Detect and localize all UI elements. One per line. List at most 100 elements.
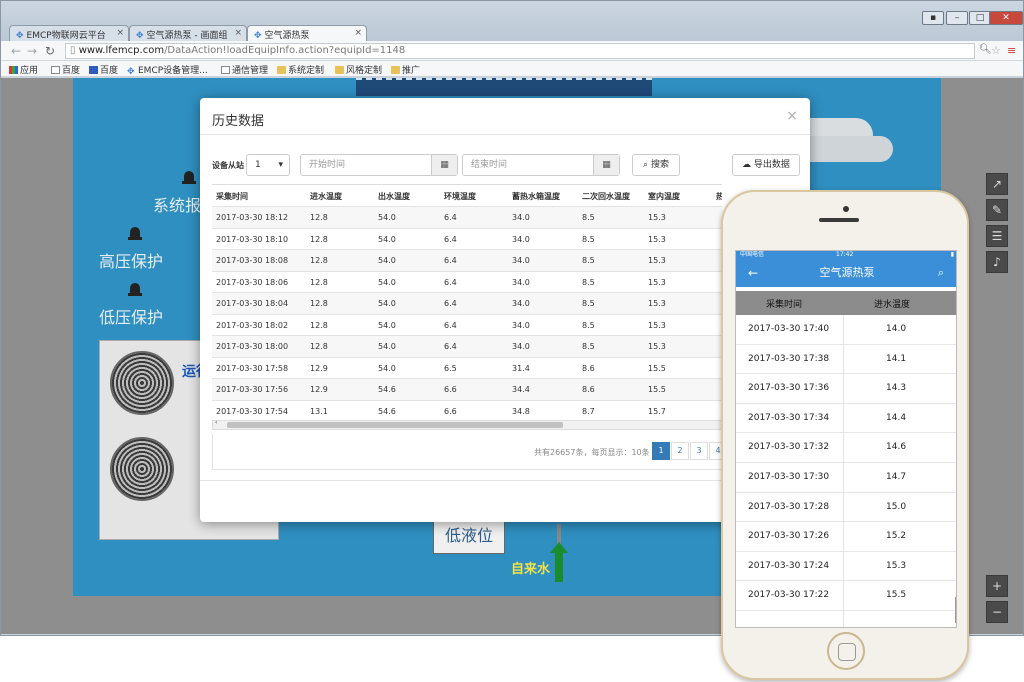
table-cell: 54.0 [378,299,396,308]
bookmark-style[interactable]: 风格定制 [335,63,382,76]
table-cell: 12.8 [310,342,328,351]
scroll-thumb[interactable] [227,422,563,428]
column-header[interactable]: 二次回水温度 [582,191,630,202]
table-row: 2017-03-30 18:06 12.8 54.0 6.4 34.0 8.5 15.3 [212,272,722,293]
table-cell: 6.6 [444,385,457,394]
bell-icon [181,170,197,186]
modal-title: 历史数据 [212,114,265,129]
column-header[interactable]: 出水温度 [378,191,410,202]
phone-mockup: 中国电信 17:42 ▮ ← 空气源热泵 ⌕ 采集时间 进水温度 2017-03… [721,190,969,680]
list-item[interactable]: 2017-03-30 17:22 15.5 [736,581,956,611]
list-item[interactable]: 2017-03-30 17:24 15.3 [736,552,956,582]
top-banner [356,78,652,96]
back-arrow-icon[interactable]: ← [748,259,758,287]
export-button[interactable]: ☁ 导出数据 [732,154,800,176]
tab-favicon-icon: ✥ [16,31,24,41]
table-cell: 6.4 [444,256,457,265]
time-cell: 2017-03-30 17:28 [748,501,830,512]
zoom-out-icon[interactable]: − [986,601,1008,623]
battery-icon: ▮ [950,251,954,258]
column-header[interactable]: 进水温度 [310,191,342,202]
zoom-icon[interactable]: 🔍︎ [979,44,992,55]
list-item[interactable]: 2017-03-30 17:28 15.0 [736,493,956,523]
close-window-icon[interactable]: ✕ [989,11,1023,25]
list-item[interactable]: 2017-03-30 17:40 14.0 [736,315,956,345]
bookmark-emcp[interactable]: ✥ EMCP设备管理... [127,63,208,77]
column-divider [843,315,844,627]
back-icon[interactable]: ← [11,44,21,58]
maximize-icon[interactable]: □ [969,11,991,25]
table-cell: 12.8 [310,320,328,330]
page-button-3[interactable]: 3 [690,442,708,460]
list-item[interactable]: 2017-03-30 17:34 14.4 [736,404,956,434]
bookmark-system[interactable]: 系统定制 [277,63,324,76]
close-tab-icon[interactable]: × [354,28,362,38]
bookmark-baidu-1[interactable]: 百度 [51,63,80,76]
end-time-input[interactable]: 结束时间 ▦ [462,154,620,176]
bookmark-baidu-2[interactable]: 百度 [89,63,118,76]
tab-heatpump-group[interactable]: ✥ 空气源热泵 - 画面组 × [129,25,247,41]
zoom-in-icon[interactable]: + [986,575,1008,597]
column-header[interactable]: 采集时间 [216,191,248,202]
column-header[interactable]: 热泵 [716,191,722,202]
table-cell: 15.3 [648,299,666,308]
bookmark-apps[interactable]: 应用 [9,63,38,76]
close-tab-icon[interactable]: × [234,28,242,38]
list-item[interactable]: 2017-03-30 17:38 14.1 [736,345,956,375]
search-button[interactable]: ⌕ 搜索 [632,154,680,176]
page-button-2[interactable]: 2 [671,442,689,460]
menu-icon[interactable]: ≡ [1007,44,1016,57]
start-time-input[interactable]: 开始时间 ▦ [300,154,458,176]
tap-water-label: 自来水 [511,562,551,577]
user-icon[interactable]: ▪ [922,11,944,25]
home-button[interactable] [827,632,865,670]
column-header[interactable]: 室内温度 [648,191,680,202]
list-item[interactable]: 2017-03-30 17:32 14.6 [736,433,956,463]
bookmark-label: 通信管理 [232,66,269,76]
column-header[interactable]: 蓄热水箱温度 [512,191,560,202]
tab-heatpump[interactable]: ✥ 空气源热泵 × [247,25,367,41]
table-row: 2017-03-30 17:56 12.9 54.6 6.6 34.4 8.6 15.5 [212,379,722,401]
horizontal-scrollbar[interactable]: ‹ [212,419,722,430]
list-item[interactable]: 2017-03-30 17:36 14.3 [736,374,956,404]
divider [200,134,810,135]
table-cell: 15.3 [648,256,666,265]
page-button-1[interactable]: 1 [652,442,670,460]
bookmark-promo[interactable]: 推广 [391,63,420,76]
edit-icon[interactable]: ✎ [986,199,1008,221]
app-title: 空气源热泵 [819,266,875,279]
bell-icon[interactable]: ♪ [986,251,1008,273]
star-icon[interactable]: ☆ [991,44,1001,57]
scroll-left-icon[interactable]: ‹ [215,419,217,426]
table-cell: 6.4 [444,342,457,351]
list-item[interactable]: 2017-03-30 17:26 15.2 [736,522,956,552]
column-header[interactable]: 环境温度 [444,191,476,202]
url-input[interactable]: ▯ www.lfemcp.com/DataAction!loadEquipInf… [65,43,975,59]
bookmark-comm[interactable]: 通信管理 [221,63,268,76]
tab-emcp-platform[interactable]: ✥ EMCP物联网云平台 × [9,25,129,41]
minimize-icon[interactable]: – [946,11,968,25]
speaker-grille [819,218,859,222]
list-item[interactable]: 2017-03-30 17:30 14.7 [736,463,956,493]
table-cell: 54.0 [378,234,396,244]
time-cell: 2017-03-30 17:32 [748,442,830,453]
forward-icon[interactable]: → [27,44,37,58]
low-pressure-label: 低压保护 [99,308,164,327]
table-cell: 2017-03-30 18:10 [216,234,289,244]
close-tab-icon[interactable]: × [116,28,124,38]
table-header-row: 采集时间 进水温度 出水温度 环境温度 蓄热水箱温度 二次回水温度 室内温度 热泵 [212,185,722,207]
station-value: 1 [255,160,261,170]
reload-icon[interactable]: ↻ [45,44,55,58]
station-select[interactable]: 1 ▾ [246,154,290,176]
bookmark-label: 应用 [20,66,39,76]
table-cell: 2017-03-30 18:12 [216,213,289,222]
table-cell: 12.8 [310,277,328,287]
chart-icon[interactable]: ↗ [986,173,1008,195]
table-row: 2017-03-30 18:04 12.8 54.0 6.4 34.0 8.5 15.3 [212,293,722,315]
search-icon[interactable]: ⌕ [938,259,944,287]
list-icon[interactable]: ☰ [986,225,1008,247]
modal-close-button[interactable]: × [786,108,798,124]
table-cell: 6.4 [444,277,457,287]
calendar-icon[interactable]: ▦ [431,155,457,175]
calendar-icon[interactable]: ▦ [593,155,619,175]
